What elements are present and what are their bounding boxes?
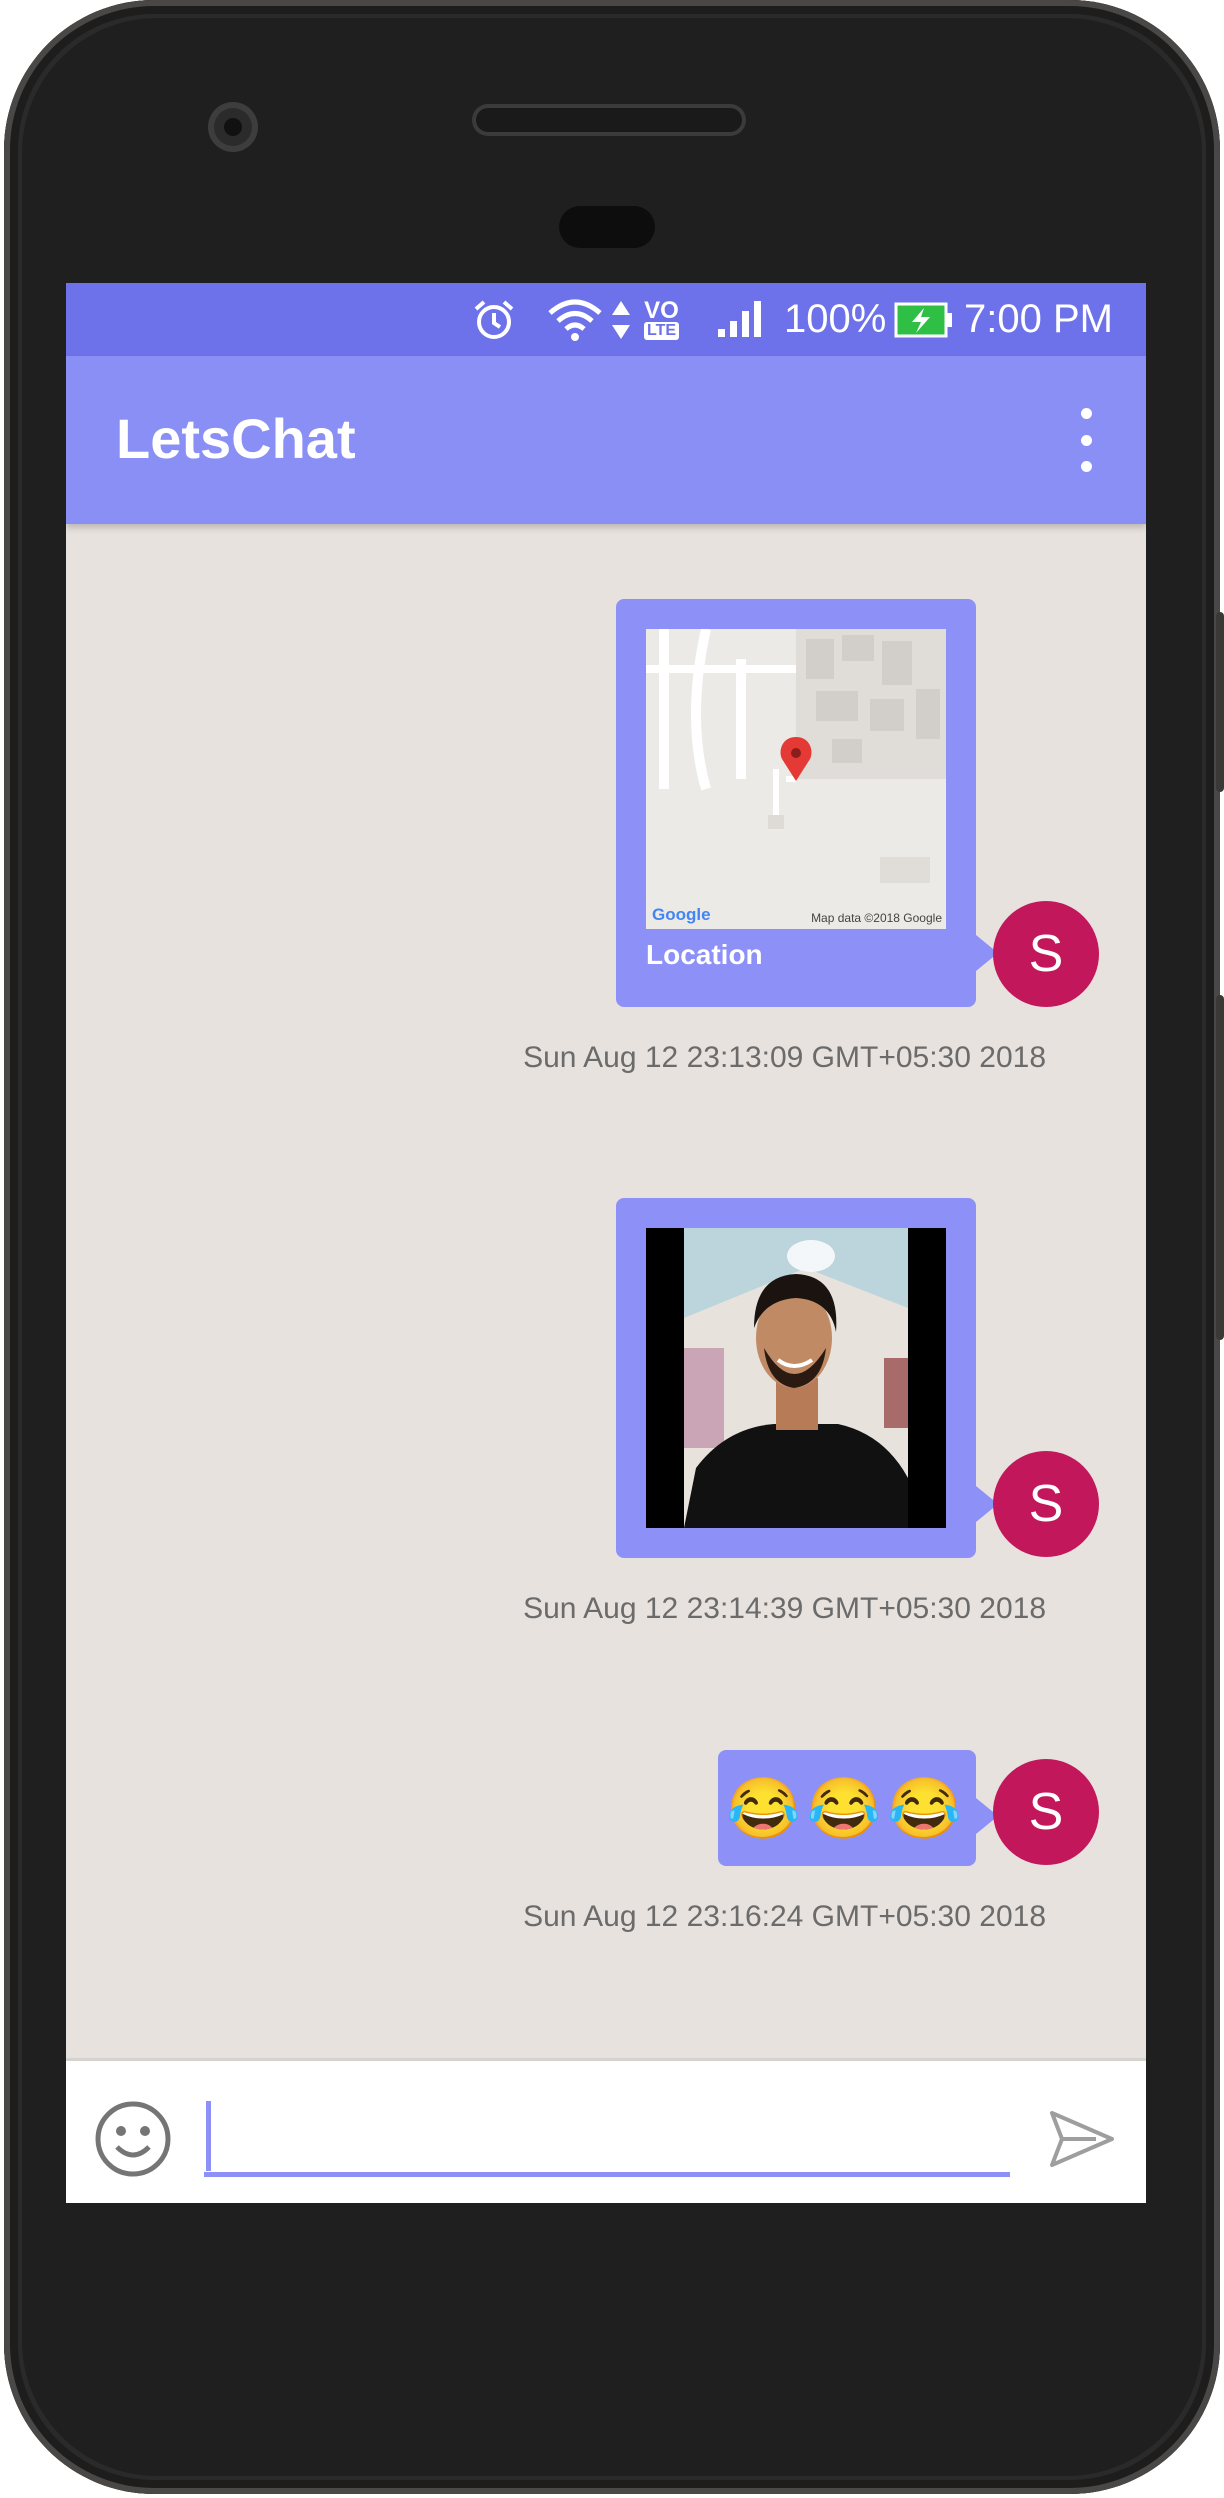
avatar[interactable]: S: [993, 1759, 1099, 1865]
screen: VO LTE 100% 7:00 PM LetsChat Google Map …: [66, 283, 1146, 2203]
google-logo: Google: [652, 905, 711, 924]
avatar-initial: S: [1028, 1475, 1064, 1533]
app-bar: LetsChat: [66, 356, 1146, 524]
battery-charging-icon: [894, 283, 954, 356]
message-timestamp: Sun Aug 12 23:13:09 GMT+05:30 2018: [523, 1041, 1046, 1074]
location-message-bubble[interactable]: Google Map data ©2018 Google Location: [616, 599, 998, 1007]
volume-button: [1216, 995, 1224, 1340]
battery-percent: 100%: [784, 297, 887, 341]
photo-thumbnail[interactable]: [646, 1228, 946, 1528]
message-timestamp: Sun Aug 12 23:14:39 GMT+05:30 2018: [523, 1592, 1046, 1625]
input-underline: [204, 2172, 1010, 2177]
avatar[interactable]: S: [993, 1451, 1099, 1557]
volte-icon: VO LTE: [644, 283, 680, 356]
message-timestamp: Sun Aug 12 23:16:24 GMT+05:30 2018: [523, 1900, 1046, 1933]
power-button: [1216, 612, 1224, 792]
text-cursor: [206, 2101, 211, 2171]
status-bar: VO LTE 100% 7:00 PM: [66, 283, 1146, 356]
lte-label: LTE: [644, 321, 680, 340]
message-text: 😂😂😂: [725, 1774, 969, 1842]
avatar-initial: S: [1028, 1783, 1064, 1841]
signal-icon: [716, 283, 766, 356]
data-activity-icon: [610, 283, 632, 356]
image-message-bubble[interactable]: [616, 1198, 998, 1558]
wifi-icon: [546, 283, 604, 356]
app-title: LetsChat: [116, 407, 356, 470]
avatar-initial: S: [1028, 925, 1064, 983]
earpiece-speaker: [476, 108, 742, 132]
text-message-bubble[interactable]: 😂😂😂: [718, 1750, 998, 1866]
map-attribution: Map data ©2018 Google: [811, 911, 942, 925]
overflow-menu-icon[interactable]: [1066, 408, 1106, 472]
message-composer: [66, 2058, 1146, 2203]
location-label: Location: [646, 939, 763, 970]
message-input-field[interactable]: [204, 2101, 1010, 2177]
front-camera: [208, 102, 258, 152]
send-icon[interactable]: [1046, 2107, 1118, 2171]
alarm-icon: [471, 283, 517, 356]
proximity-sensor: [559, 206, 655, 248]
smiley-icon[interactable]: [93, 2099, 173, 2179]
volte-label: VO: [644, 296, 679, 324]
avatar[interactable]: S: [993, 901, 1099, 1007]
clock: 7:00 PM: [964, 297, 1113, 341]
map-preview[interactable]: Google Map data ©2018 Google: [646, 629, 946, 929]
message-input[interactable]: [204, 2101, 1010, 2171]
